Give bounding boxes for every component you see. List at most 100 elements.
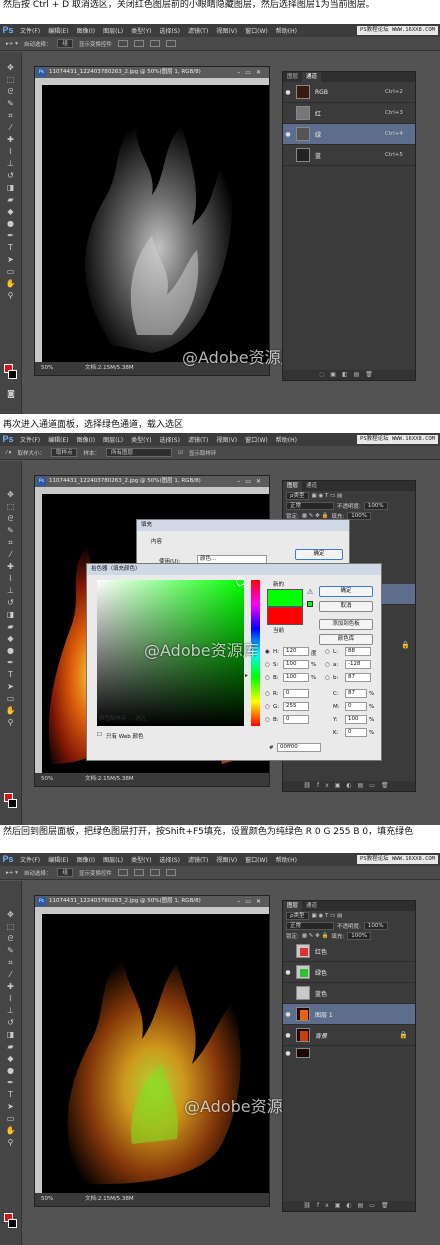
a-radio[interactable]: ○ [325, 662, 330, 668]
marquee-tool-icon[interactable]: ⬚ [4, 921, 18, 933]
fill-ok-button[interactable]: 确定 [295, 549, 343, 560]
y-field[interactable]: 100 [345, 715, 367, 724]
history-brush-icon[interactable]: ↺ [4, 597, 18, 609]
opacity-field[interactable]: 100% [363, 922, 388, 930]
channel-row[interactable]: ● RGB Ctrl+2 [283, 82, 415, 103]
gamut-warning-icon[interactable]: ⚠ [307, 588, 313, 596]
eye-icon[interactable]: ● [283, 131, 293, 138]
menu-layer[interactable]: 图层(L) [99, 435, 127, 444]
h-radio[interactable]: ◉ [265, 649, 270, 655]
type-tool-icon[interactable]: T [4, 1089, 18, 1101]
eye-icon[interactable]: ● [283, 1050, 293, 1057]
type-tool-icon[interactable]: T [4, 669, 18, 681]
hex-field[interactable]: 00ff00 [277, 743, 321, 752]
c-field[interactable]: 87 [345, 689, 367, 698]
layer-row[interactable]: 红色 [283, 941, 415, 962]
move-tool-icon[interactable]: ✥ [4, 62, 18, 74]
hue-slider-handle[interactable]: ▸ [245, 672, 248, 679]
l-field[interactable]: 88 [345, 647, 371, 656]
background-color[interactable] [8, 370, 17, 379]
channel-row[interactable]: ● 绿 Ctrl+4 [283, 124, 415, 145]
current-color-swatch[interactable] [267, 607, 303, 625]
quick-select-tool-icon[interactable]: ✎ [4, 525, 18, 537]
g-radio[interactable]: ○ [265, 704, 270, 710]
h-field[interactable]: 120 [283, 647, 309, 656]
menu-select[interactable]: 选择(S) [155, 26, 184, 35]
eyedropper-tool-icon[interactable]: ⁄ [4, 549, 18, 561]
brush-tool-icon[interactable]: ⌇ [4, 993, 18, 1005]
history-brush-icon[interactable]: ↺ [4, 170, 18, 182]
zoom-level[interactable]: 50% [41, 1196, 53, 1202]
move-tool-icon[interactable]: ▸+ ▾ [6, 41, 18, 47]
lock-icons[interactable]: ▦ ✎ ✥ 🔒 [302, 933, 329, 939]
menu-filter[interactable]: 滤镜(T) [184, 26, 212, 35]
menu-image[interactable]: 图像(I) [73, 26, 99, 35]
menu-view[interactable]: 视图(V) [212, 26, 241, 35]
menu-window[interactable]: 窗口(W) [241, 26, 272, 35]
add-to-swatches-button[interactable]: 添加到色板 [319, 619, 373, 630]
quick-mask-icon[interactable]: ◙ [4, 388, 18, 400]
layer-kind-filter[interactable]: ρ类型 [286, 912, 309, 920]
shape-tool-icon[interactable]: ▭ [4, 693, 18, 705]
blur-tool-icon[interactable]: ◆ [4, 206, 18, 218]
b-radio[interactable]: ○ [265, 675, 270, 681]
healing-tool-icon[interactable]: ✚ [4, 561, 18, 573]
shape-tool-icon[interactable]: ▭ [4, 266, 18, 278]
filter-icons[interactable]: ▣ ◉ T ▭ ▤ [312, 913, 343, 919]
menu-type[interactable]: 类型(Y) [127, 855, 155, 864]
lasso-tool-icon[interactable]: ᘓ [4, 933, 18, 945]
marquee-tool-icon[interactable]: ⬚ [4, 74, 18, 86]
history-brush-icon[interactable]: ↺ [4, 1017, 18, 1029]
align-icon[interactable] [133, 40, 144, 47]
blur-tool-icon[interactable]: ◆ [4, 1053, 18, 1065]
tab-channels[interactable]: 通道 [302, 72, 322, 82]
auto-select-dropdown[interactable]: 组 [57, 868, 73, 877]
canvas-image[interactable] [42, 914, 269, 1193]
quick-select-tool-icon[interactable]: ✎ [4, 98, 18, 110]
panel-footer-icons[interactable]: ⛓fx▣◐▤▭🗑 [283, 781, 415, 791]
zoom-tool-icon[interactable]: ⚲ [4, 290, 18, 302]
align-icon[interactable] [133, 869, 144, 876]
menu-help[interactable]: 帮助(H) [272, 855, 301, 864]
healing-tool-icon[interactable]: ✚ [4, 134, 18, 146]
document-title-bar[interactable]: Ps 11074431_122403780263_2.jpg @ 50%(图层 … [35, 896, 269, 907]
pen-tool-icon[interactable]: ✒ [4, 230, 18, 242]
window-controls[interactable]: –▭✕ [237, 896, 266, 907]
tab-channels[interactable]: 通道 [302, 481, 321, 491]
show-sampling-ring-checkbox[interactable]: ☑ [178, 450, 183, 456]
panel-footer-icons[interactable]: ⛓fx▣◐▤▭🗑 [283, 1201, 415, 1211]
menu-select[interactable]: 选择(S) [155, 855, 184, 864]
align-icon[interactable] [117, 40, 128, 47]
tab-layers[interactable]: 图层 [283, 901, 303, 911]
distribute-icon[interactable] [165, 869, 176, 876]
eye-icon[interactable]: ● [283, 969, 293, 976]
pen-tool-icon[interactable]: ✒ [4, 657, 18, 669]
background-color[interactable] [8, 1219, 17, 1228]
menu-layer[interactable]: 图层(L) [99, 855, 127, 864]
eraser-tool-icon[interactable]: ◨ [4, 609, 18, 621]
eyedropper-tool-icon[interactable]: ⁄ [4, 122, 18, 134]
menu-view[interactable]: 视图(V) [212, 435, 241, 444]
layer-kind-filter[interactable]: ρ类型 [286, 492, 309, 500]
menu-edit[interactable]: 编辑(E) [44, 26, 72, 35]
document-title-bar[interactable]: Ps 11074431_122403780263_2.jpg @ 50%(图层 … [35, 67, 269, 78]
r-radio[interactable]: ○ [265, 691, 270, 697]
eyedropper-tool-icon[interactable]: ⁄ ▾ [6, 450, 11, 456]
tab-channels[interactable]: 通道 [302, 901, 321, 911]
menu-type[interactable]: 类型(Y) [127, 435, 155, 444]
s-radio[interactable]: ○ [265, 662, 270, 668]
dodge-tool-icon[interactable]: ● [4, 1065, 18, 1077]
b-field[interactable]: 100 [283, 673, 309, 682]
m-field[interactable]: 0 [345, 702, 367, 711]
r-field[interactable]: 0 [283, 689, 309, 698]
crop-tool-icon[interactable]: ⌗ [4, 537, 18, 549]
menu-help[interactable]: 帮助(H) [272, 26, 301, 35]
marquee-tool-icon[interactable]: ⬚ [4, 501, 18, 513]
gradient-tool-icon[interactable]: ▰ [4, 621, 18, 633]
distribute-icon[interactable] [149, 869, 160, 876]
move-tool-icon[interactable]: ✥ [4, 909, 18, 921]
zoom-tool-icon[interactable]: ⚲ [4, 717, 18, 729]
background-color[interactable] [8, 799, 17, 808]
lab-b-radio[interactable]: ○ [325, 675, 330, 681]
a-field[interactable]: -128 [345, 660, 371, 669]
